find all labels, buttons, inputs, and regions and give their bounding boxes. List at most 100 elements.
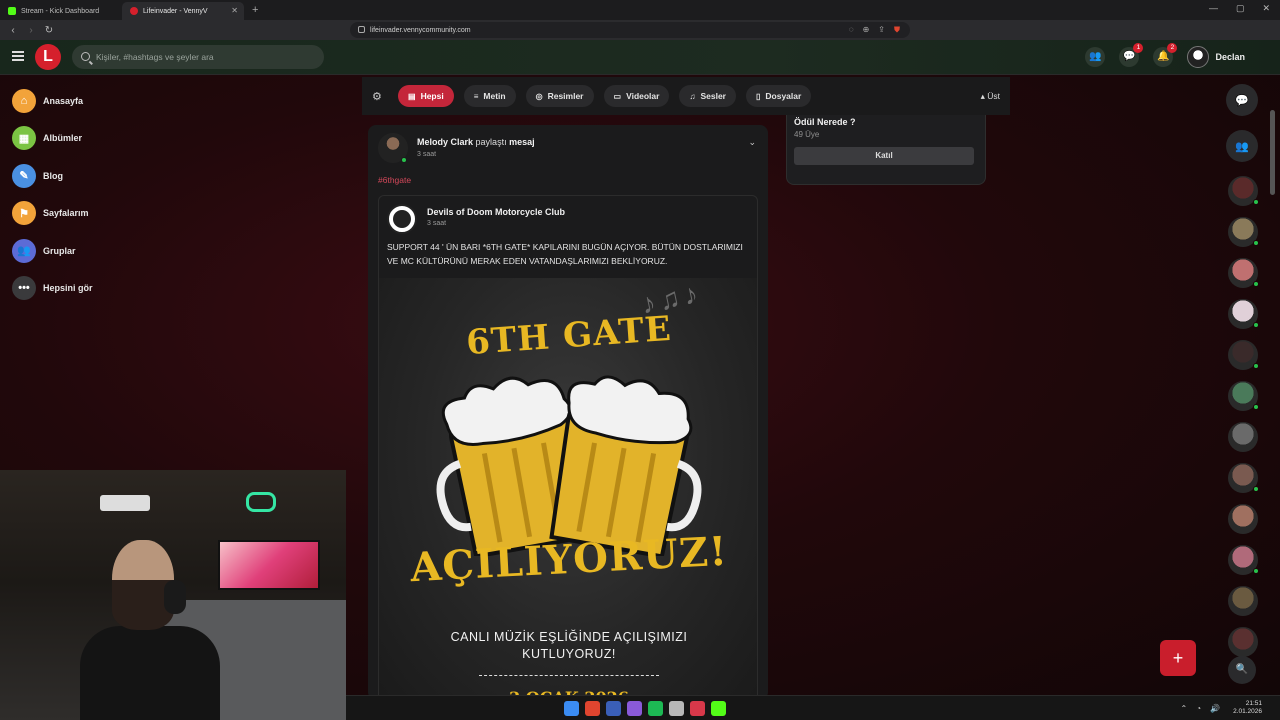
taskbar-app-icon[interactable] — [648, 701, 663, 716]
friend-avatar[interactable] — [1228, 340, 1259, 370]
join-group-button[interactable]: Katıl — [794, 147, 974, 165]
share-icon[interactable]: ⇪ — [878, 25, 885, 35]
taskbar-app-icon[interactable] — [585, 701, 600, 716]
browser-tab-lifeinvader[interactable]: Lifeinvader - VennyV ✕ — [122, 2, 244, 20]
filter-settings-icon[interactable]: ⚙ — [372, 90, 384, 103]
friend-avatar[interactable] — [1228, 504, 1258, 534]
friend-avatar[interactable] — [1228, 381, 1259, 411]
chevron-down-icon[interactable]: ⌄ — [748, 137, 756, 148]
filter-all[interactable]: ▤ Hepsi — [398, 85, 454, 107]
eye-off-icon[interactable]: ◌ — [849, 25, 854, 35]
friend-avatar[interactable] — [1228, 422, 1258, 452]
volume-icon[interactable]: 🔊 — [1210, 704, 1220, 713]
clock[interactable]: 21:51 2.01.2026 — [1233, 700, 1262, 716]
sidebar-item-pages[interactable]: ⚑ Sayfalarım — [12, 201, 182, 226]
online-indicator — [1253, 240, 1259, 246]
friend-avatar[interactable] — [1228, 463, 1259, 493]
friend-avatar[interactable] — [1228, 586, 1258, 616]
kick-favicon-icon — [8, 7, 16, 15]
hamburger-menu-icon[interactable] — [12, 51, 24, 61]
filter-audio[interactable]: ♫ Sesler — [679, 85, 736, 107]
tv-screen — [218, 540, 320, 590]
taskbar-app-icon[interactable] — [690, 701, 705, 716]
online-indicator — [1253, 486, 1259, 492]
filter-text[interactable]: ≡ Metin — [463, 85, 516, 107]
add-friend-icon[interactable]: 👥 — [1226, 130, 1258, 162]
site-info-icon[interactable] — [358, 26, 365, 33]
sidebar-item-albums[interactable]: ▦ Albümler — [12, 126, 182, 151]
filter-images[interactable]: ◎ Resimler — [525, 85, 594, 107]
sidebar-item-blog[interactable]: ✎ Blog — [12, 163, 182, 188]
poster-line-2: KUTLUYORUZ! — [522, 647, 616, 661]
taskbar-app-icon[interactable] — [606, 701, 621, 716]
streamer — [80, 540, 220, 720]
new-tab-button[interactable]: + — [252, 4, 258, 16]
post-action: paylaştı — [475, 137, 507, 147]
scroll-top-button[interactable]: ▴ Üst — [981, 91, 1000, 102]
sidebar-item-label: Gruplar — [43, 245, 76, 256]
maximize-icon[interactable]: ▢ — [1236, 3, 1245, 14]
omnibox-actions: ◌ ⊕ ⇪ ⛊ — [849, 25, 900, 35]
chevron-up-icon[interactable]: ⌃ — [1180, 704, 1187, 713]
club-avatar[interactable] — [387, 204, 417, 234]
friend-avatar[interactable] — [1228, 176, 1259, 206]
windows-taskbar: ⌃ ◔ 🔊 21:51 2.01.2026 — [346, 695, 1280, 720]
friend-avatar[interactable] — [1228, 627, 1258, 657]
tab-title: Lifeinvader - VennyV — [143, 7, 208, 15]
browser-tab-kick[interactable]: Stream - Kick Dashboard — [0, 2, 122, 20]
online-friends-list — [1226, 176, 1260, 657]
sidebar-item-groups[interactable]: 👥 Gruplar — [12, 238, 182, 263]
messages-icon[interactable]: 💬 1 — [1119, 43, 1144, 67]
group-title[interactable]: Ödül Nerede ? — [794, 117, 856, 127]
reload-icon[interactable]: ↻ — [44, 25, 54, 36]
online-indicator — [1253, 281, 1259, 287]
sidebar-item-label: Hepsini gör — [43, 283, 93, 293]
friend-avatar[interactable] — [1228, 258, 1259, 288]
online-indicator — [1253, 199, 1259, 205]
sidebar-item-see-all[interactable]: ••• Hepsini gör — [12, 276, 182, 301]
close-window-icon[interactable]: ✕ — [1262, 3, 1270, 14]
window-controls: — ▢ ✕ — [1209, 3, 1270, 14]
notifications-icon[interactable]: 🔔 2 — [1153, 43, 1178, 67]
post-author[interactable]: Melody Clark — [417, 137, 473, 147]
create-post-button[interactable]: + — [1160, 640, 1196, 676]
clock-date: 2.01.2026 — [1233, 708, 1262, 715]
back-icon[interactable]: ‹ — [8, 25, 18, 36]
right-rail: 💬 👥 — [1226, 84, 1260, 668]
taskbar-app-icon[interactable] — [564, 701, 579, 716]
lifeinvader-logo[interactable]: L — [35, 44, 61, 70]
network-icon[interactable]: ◔ — [1196, 704, 1201, 713]
address-bar[interactable]: lifeinvader.vennycommunity.com ◌ ⊕ ⇪ ⛊ — [350, 22, 910, 38]
search-input[interactable]: Kişiler, #hashtags ve şeyler ara — [72, 45, 324, 69]
scrollbar[interactable] — [1270, 110, 1275, 195]
browser-tab-strip: Stream - Kick Dashboard Lifeinvader - Ve… — [0, 0, 1280, 20]
search-placeholder: Kişiler, #hashtags ve şeyler ara — [96, 52, 214, 62]
club-logo-icon — [393, 210, 411, 228]
sidebar-item-label: Blog — [43, 170, 63, 181]
friend-avatar[interactable] — [1228, 299, 1259, 329]
filter-files[interactable]: ▯ Dosyalar — [745, 85, 812, 107]
close-tab-icon[interactable]: ✕ — [231, 6, 238, 15]
search-icon — [81, 52, 90, 61]
zoom-icon[interactable]: ⊕ — [863, 25, 870, 35]
sidebar-item-home[interactable]: ⌂ Anasayfa — [12, 88, 182, 113]
friend-avatar[interactable] — [1228, 217, 1259, 247]
shared-author[interactable]: Devils of Doom Motorcycle Club — [427, 207, 565, 217]
forward-icon[interactable]: › — [26, 25, 36, 36]
minimize-icon[interactable]: — — [1209, 3, 1218, 14]
event-poster-image[interactable]: ♪♫♪ 6TH GATE AÇILIYORUZ! CANLI MÜZİK EŞL… — [379, 278, 757, 700]
friend-requests-icon[interactable]: 👥 — [1085, 47, 1106, 67]
user-menu[interactable]: Declan — [1187, 46, 1245, 68]
taskbar-app-icon[interactable] — [627, 701, 642, 716]
sidebar-item-label: Sayfalarım — [43, 208, 89, 218]
filter-videos[interactable]: ▭ Videolar — [603, 85, 670, 107]
taskbar-app-icon[interactable] — [669, 701, 684, 716]
poster-divider — [479, 675, 659, 676]
post-hashtag[interactable]: #6thgate — [378, 175, 411, 185]
taskbar-app-icon[interactable] — [711, 701, 726, 716]
feed-post: Melody Clark paylaştı mesaj 3 saat ⌄ #6t… — [368, 125, 768, 700]
brave-shield-icon[interactable]: ⛊ — [894, 25, 900, 35]
chat-icon[interactable]: 💬 — [1226, 84, 1258, 116]
friend-avatar[interactable] — [1228, 545, 1259, 575]
find-friends-icon[interactable]: 🔍 — [1228, 656, 1256, 684]
